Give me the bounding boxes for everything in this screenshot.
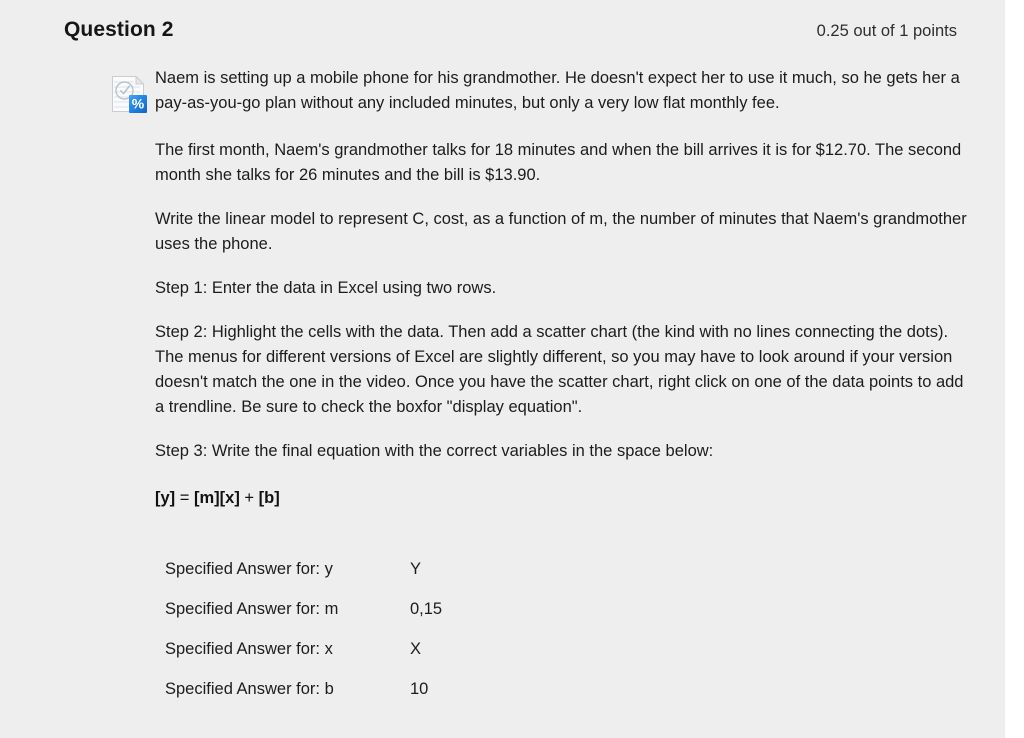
specified-answers-list: Specified Answer for: y Y Specified Answ… [0, 560, 1005, 720]
answer-value: X [410, 640, 422, 658]
answer-value: Y [410, 560, 422, 578]
question-panel: Question 2 0.25 out of 1 points % Naem i… [0, 0, 1005, 738]
paragraph-intro: Naem is setting up a mobile phone for hi… [155, 69, 960, 112]
paragraph-data: The first month, Naem's grandmother talk… [155, 141, 962, 184]
answer-label: Specified Answer for: x [165, 640, 333, 658]
answer-row: Specified Answer for: m 0,15 [165, 600, 1005, 640]
equation-template: [y] = [m][x] + [b] [110, 486, 975, 511]
question-body: % Naem is setting up a mobile phone for … [0, 66, 1005, 511]
page-title: Question 2 [64, 18, 174, 41]
equation-token-y: [y] [155, 489, 176, 507]
answer-value: 10 [410, 680, 429, 698]
answer-value: 0,15 [410, 600, 443, 618]
paragraph-step-2: Step 2: Highlight the cells with the dat… [155, 323, 964, 416]
answer-label: Specified Answer for: m [165, 600, 339, 618]
question-header: Question 2 0.25 out of 1 points [0, 18, 1005, 54]
equation-token-b: [b] [258, 489, 280, 507]
answer-label: Specified Answer for: y [165, 560, 333, 578]
paragraph-task: Write the linear model to represent C, c… [155, 210, 967, 253]
paragraph-step-1: Step 1: Enter the data in Excel using tw… [155, 279, 497, 297]
answer-row: Specified Answer for: x X [165, 640, 1005, 680]
equation-equals: = [175, 489, 194, 507]
equation-token-m: [m] [193, 489, 220, 507]
equation-plus: + [239, 489, 259, 507]
paragraph-step-3: Step 3: Write the final equation with th… [155, 442, 714, 460]
points-earned-label: 0.25 out of 1 points [816, 22, 957, 40]
equation-token-x: [x] [219, 489, 240, 507]
answer-row: Specified Answer for: b 10 [165, 680, 1005, 720]
answer-label: Specified Answer for: b [165, 680, 334, 698]
screenshot-root: Question 2 0.25 out of 1 points % Naem i… [0, 0, 1024, 738]
answer-row: Specified Answer for: y Y [165, 560, 1005, 600]
